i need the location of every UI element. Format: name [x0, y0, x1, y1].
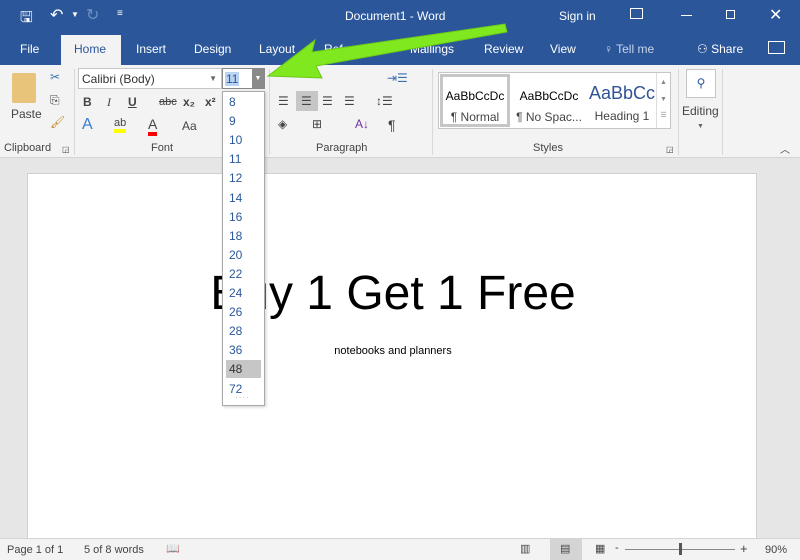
print-layout-icon: ▤	[560, 543, 571, 555]
zoom-slider-thumb[interactable]	[679, 543, 682, 555]
font-size-option[interactable]: 24	[226, 284, 261, 302]
font-size-option[interactable]: 26	[226, 303, 261, 321]
font-size-option[interactable]: 48	[226, 360, 261, 379]
font-size-option[interactable]: 28	[226, 322, 261, 340]
page-count[interactable]: Page 1 of 1	[7, 544, 63, 556]
web-layout-icon[interactable]: ▦	[595, 542, 605, 555]
read-mode-icon[interactable]: ▥	[520, 542, 530, 555]
document-page[interactable]: Buy 1 Get 1 Free notebooks and planners	[27, 173, 757, 543]
status-bar: Page 1 of 1 5 of 8 words 📖 ▥ ▤ ▦ - + 90%	[0, 538, 800, 560]
print-layout-button[interactable]: ▤	[550, 539, 582, 560]
green-arrow-annotation	[266, 23, 508, 79]
arrow-shape	[266, 23, 508, 79]
font-size-option[interactable]: 22	[226, 265, 261, 283]
zoom-in-button[interactable]: +	[740, 541, 748, 556]
font-size-option[interactable]: 36	[226, 341, 261, 359]
font-size-option[interactable]: 18	[226, 227, 261, 245]
font-size-option[interactable]: 20	[226, 246, 261, 264]
font-size-option[interactable]: 16	[226, 208, 261, 226]
font-size-option[interactable]: 14	[226, 189, 261, 207]
document-subtext[interactable]: notebooks and planners	[28, 345, 758, 357]
resize-grip[interactable]: ····	[235, 393, 250, 402]
zoom-out-button[interactable]: -	[615, 542, 619, 554]
proofing-icon[interactable]: 📖	[166, 542, 180, 555]
word-count[interactable]: 5 of 8 words	[84, 544, 144, 556]
font-size-option[interactable]: 12	[226, 169, 261, 187]
zoom-level[interactable]: 90%	[765, 544, 787, 556]
document-heading[interactable]: Buy 1 Get 1 Free	[28, 266, 758, 321]
